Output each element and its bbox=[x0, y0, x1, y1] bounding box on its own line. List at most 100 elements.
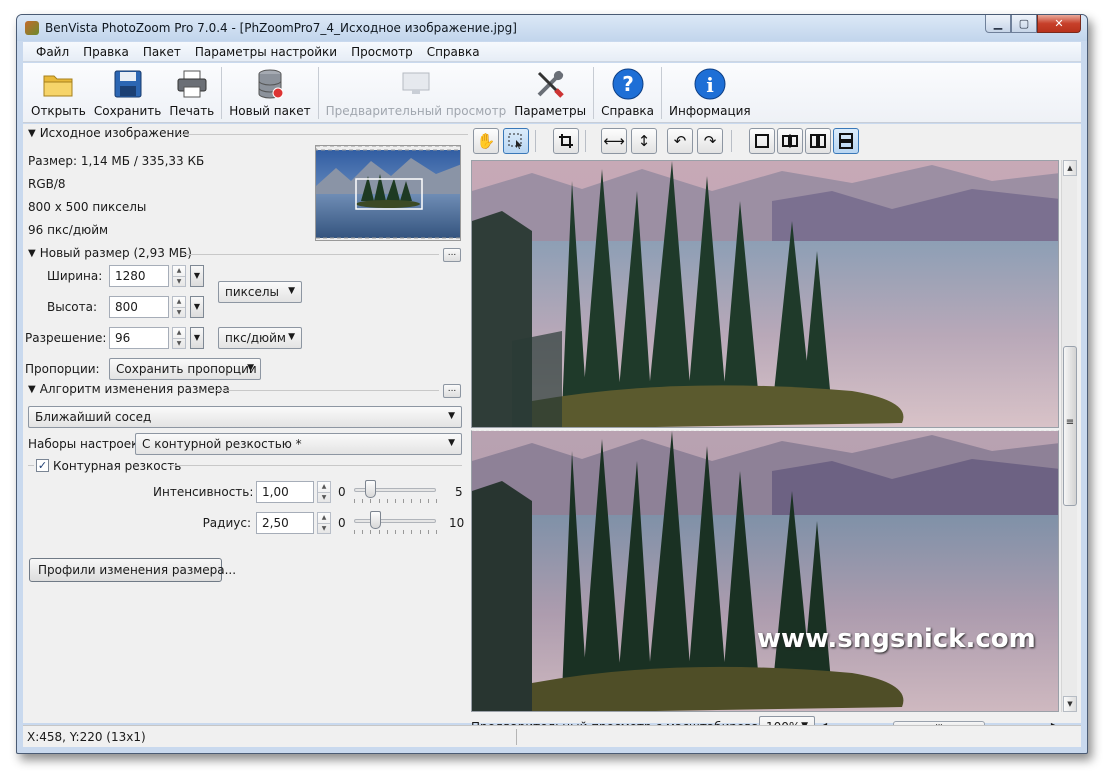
resolution-units-value: пкс/дюйм bbox=[225, 331, 286, 345]
width-input[interactable]: 1280 bbox=[109, 265, 169, 287]
printer-icon bbox=[175, 67, 209, 101]
radius-stepper[interactable]: ▲ ▼ bbox=[317, 512, 331, 534]
section-divider bbox=[28, 465, 34, 466]
settings-button[interactable]: Параметры bbox=[510, 63, 590, 118]
top-bottom-button[interactable] bbox=[833, 128, 859, 154]
menu-help[interactable]: Справка bbox=[420, 45, 487, 59]
height-stepper[interactable]: ▲ ▼ bbox=[172, 296, 186, 318]
close-button[interactable]: ✕ bbox=[1037, 15, 1081, 33]
toolbar-separator bbox=[535, 130, 536, 152]
maximize-icon: ▢ bbox=[1018, 17, 1030, 30]
radius-min-label: 0 bbox=[338, 516, 346, 530]
resolution-units-select[interactable]: пкс/дюйм ▼ bbox=[218, 327, 302, 349]
select-tool-button[interactable] bbox=[503, 128, 529, 154]
menu-edit[interactable]: Правка bbox=[76, 45, 136, 59]
question-icon: ? bbox=[611, 67, 645, 101]
proportions-select[interactable]: Сохранить пропорции ▼ bbox=[109, 358, 261, 380]
rotate-right-button[interactable]: ↷ bbox=[697, 128, 723, 154]
resize-profiles-button[interactable]: Профили изменения размера... bbox=[29, 558, 236, 582]
split-compare-button[interactable] bbox=[777, 128, 803, 154]
monitor-icon bbox=[399, 67, 433, 101]
chevron-down-icon: ▼ bbox=[288, 332, 295, 342]
resolution-label: Разрешение: bbox=[25, 331, 107, 345]
scroll-up-icon[interactable]: ▲ bbox=[1063, 160, 1077, 176]
section-divider bbox=[178, 134, 468, 135]
info-button[interactable]: i Информация bbox=[665, 63, 755, 118]
source-thumbnail[interactable] bbox=[315, 145, 461, 241]
preview-button[interactable]: Предварительный просмотр bbox=[322, 63, 511, 118]
crop-button[interactable] bbox=[553, 128, 579, 154]
collapse-triangle-icon: ▼ bbox=[28, 127, 36, 139]
rotate-right-icon: ↷ bbox=[703, 132, 717, 150]
rotate-left-icon: ↶ bbox=[673, 132, 687, 150]
toolbar-separator bbox=[221, 67, 223, 119]
presets-label: Наборы настроек: bbox=[28, 437, 143, 451]
menu-batch[interactable]: Пакет bbox=[136, 45, 188, 59]
save-button[interactable]: Сохранить bbox=[90, 63, 166, 118]
algorithm-value: Ближайший сосед bbox=[35, 410, 152, 424]
menu-settings[interactable]: Параметры настройки bbox=[188, 45, 344, 59]
rotate-left-button[interactable]: ↶ bbox=[667, 128, 693, 154]
new-batch-button[interactable]: Новый пакет bbox=[225, 63, 314, 118]
presets-value: С контурной резкостью * bbox=[142, 437, 302, 451]
flip-horizontal-button[interactable]: ⟷ bbox=[601, 128, 627, 154]
algorithm-select[interactable]: Ближайший сосед ▼ bbox=[28, 406, 462, 428]
original-preview[interactable] bbox=[471, 160, 1059, 428]
sharpen-checkbox[interactable]: ✓ bbox=[36, 459, 49, 472]
intensity-input[interactable]: 1,00 bbox=[256, 481, 314, 503]
menu-view[interactable]: Просмотр bbox=[344, 45, 420, 59]
svg-text:?: ? bbox=[622, 72, 634, 96]
radius-slider-track[interactable] bbox=[354, 519, 436, 523]
horizontal-arrows-icon: ⟷ bbox=[603, 132, 625, 150]
intensity-slider-thumb[interactable] bbox=[365, 480, 377, 498]
result-preview[interactable] bbox=[471, 430, 1059, 712]
units-select[interactable]: пикселы ▼ bbox=[218, 281, 302, 303]
resolution-stepper[interactable]: ▲ ▼ bbox=[172, 327, 186, 349]
slider-tick bbox=[436, 499, 437, 503]
selection-icon bbox=[508, 133, 522, 149]
resolution-input[interactable]: 96 bbox=[109, 327, 169, 349]
print-button[interactable]: Печать bbox=[165, 63, 218, 118]
help-button[interactable]: ? Справка bbox=[597, 63, 658, 118]
preview-label: Предварительный просмотр bbox=[325, 104, 507, 118]
scroll-down-icon[interactable]: ▼ bbox=[1063, 696, 1077, 712]
chevron-down-icon: ▼ bbox=[448, 411, 455, 421]
width-stepper[interactable]: ▲ ▼ bbox=[172, 265, 186, 287]
slider-tick bbox=[370, 499, 372, 503]
intensity-slider-ticks bbox=[354, 499, 437, 503]
new-size-more-button[interactable]: ... bbox=[443, 248, 461, 262]
source-section-header[interactable]: ▼ Исходное изображение bbox=[28, 126, 190, 140]
slider-tick bbox=[370, 530, 372, 534]
resolution-dropdown[interactable]: ▼ bbox=[190, 327, 204, 349]
side-by-side-button[interactable] bbox=[805, 128, 831, 154]
intensity-stepper[interactable]: ▲ ▼ bbox=[317, 481, 331, 503]
slider-tick bbox=[403, 499, 405, 503]
status-bar: X:458, Y:220 (13x1) bbox=[23, 725, 1081, 747]
toolbar-separator bbox=[593, 67, 595, 119]
radius-input[interactable]: 2,50 bbox=[256, 512, 314, 534]
maximize-button[interactable]: ▢ bbox=[1011, 15, 1037, 33]
hand-tool-button[interactable]: ✋ bbox=[473, 128, 499, 154]
radius-slider-thumb[interactable] bbox=[369, 511, 381, 529]
vertical-scroll-thumb[interactable]: ≡ bbox=[1063, 346, 1077, 506]
single-view-button[interactable] bbox=[749, 128, 775, 154]
new-size-section-header[interactable]: ▼ Новый размер (2,93 МБ) bbox=[28, 246, 192, 260]
algorithm-more-button[interactable]: ... bbox=[443, 384, 461, 398]
algorithm-section-header[interactable]: ▼ Алгоритм изменения размера bbox=[28, 382, 230, 396]
sharpen-label: Контурная резкость bbox=[53, 459, 182, 473]
minimize-button[interactable]: ▁ bbox=[985, 15, 1011, 33]
width-dropdown[interactable]: ▼ bbox=[190, 265, 204, 287]
intensity-label: Интенсивность: bbox=[153, 485, 254, 499]
menu-file[interactable]: Файл bbox=[29, 45, 76, 59]
height-dropdown[interactable]: ▼ bbox=[190, 296, 204, 318]
collapse-triangle-icon: ▼ bbox=[28, 383, 36, 395]
settings-label: Параметры bbox=[514, 104, 587, 118]
preview-vertical-scrollbar[interactable]: ▲ ≡ ▼ bbox=[1061, 160, 1077, 712]
open-button[interactable]: Открыть bbox=[27, 63, 90, 118]
watermark-text: www.sngsnick.com bbox=[757, 624, 1036, 654]
main-toolbar: Открыть Сохранить Печать Новый пакет Пре… bbox=[23, 63, 1081, 123]
flip-vertical-button[interactable]: ↕ bbox=[631, 128, 657, 154]
height-input[interactable]: 800 bbox=[109, 296, 169, 318]
presets-select[interactable]: С контурной резкостью * ▼ bbox=[135, 433, 462, 455]
slider-tick bbox=[411, 530, 413, 534]
